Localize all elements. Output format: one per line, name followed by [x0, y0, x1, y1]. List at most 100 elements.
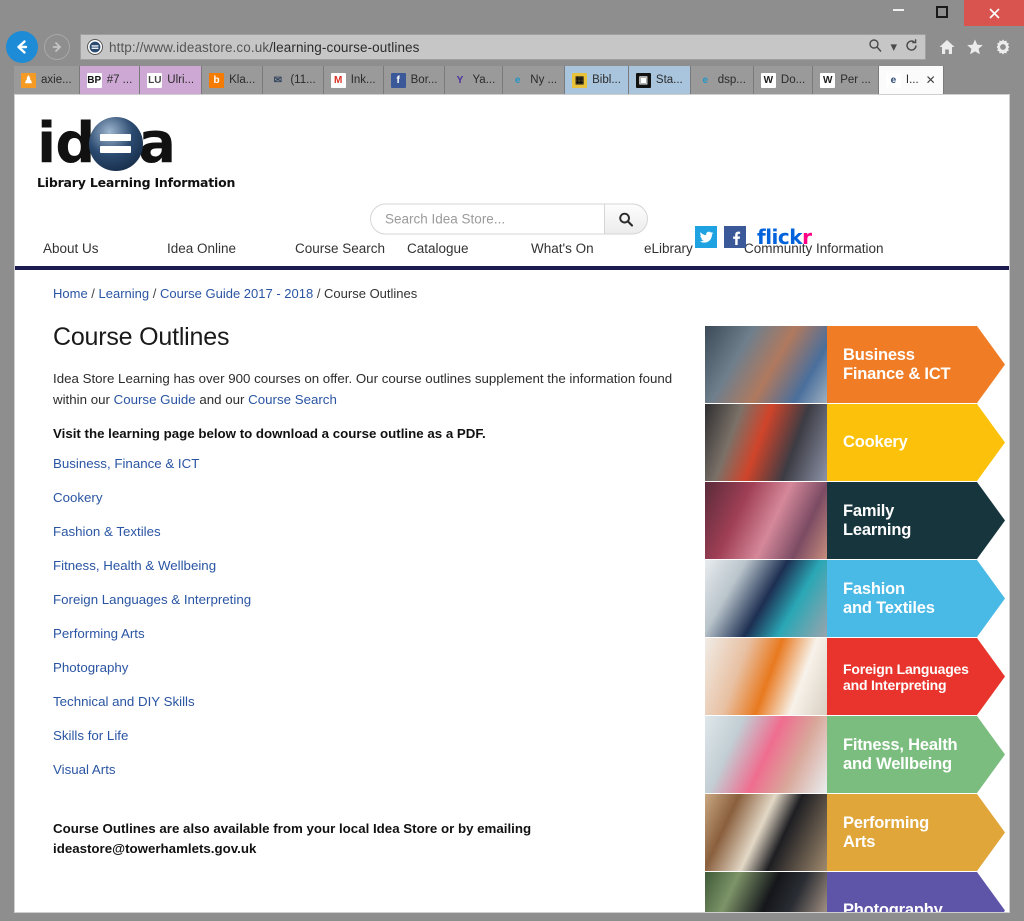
browser-tab[interactable]: ▦ Bibl... [565, 66, 629, 94]
browser-tab[interactable]: LU Ulri... [140, 66, 203, 94]
breadcrumb-separator: / [313, 286, 325, 301]
url-bar[interactable]: http://www.ideastore.co.uk/learning-cour… [80, 34, 926, 60]
course-outline-link[interactable]: Fashion & Textiles [53, 524, 161, 539]
url-path: /learning-course-outlines [269, 39, 420, 55]
breadcrumb-item: Course Outlines [324, 286, 418, 301]
forward-button[interactable] [44, 34, 70, 60]
category-banner-business-finance-ict[interactable]: Business Finance & ICT [705, 326, 1005, 403]
site-header: ida Library Learning Information flickr [15, 95, 1009, 249]
category-banner-foreign-languages[interactable]: Foreign Languages and Interpreting [705, 638, 1005, 715]
tab-strip: ♟ axie... BP #7 ... LU Ulri... b Kla... ✉ (11... M… [0, 66, 1024, 94]
category-banner-fashion-and-textiles[interactable]: Fashion and Textiles [705, 560, 1005, 637]
close-button[interactable] [964, 0, 1024, 26]
browser-tab[interactable]: W Per ... [813, 66, 879, 94]
category-banner-family-learning[interactable]: Family Learning [705, 482, 1005, 559]
course-outline-list-item: Photography [53, 659, 685, 677]
category-banner-photography[interactable]: Photography [705, 872, 1005, 913]
course-outline-link[interactable]: Performing Arts [53, 626, 145, 641]
browser-tab[interactable]: b Kla... [202, 66, 264, 94]
course-outline-list-item: Fitness, Health & Wellbeing [53, 557, 685, 575]
nav-item-catalogue[interactable]: Catalogue [407, 241, 531, 256]
course-outline-link[interactable]: Technical and DIY Skills [53, 694, 195, 709]
page-title: Course Outlines [53, 323, 230, 351]
blogger-icon: b [209, 72, 225, 88]
course-outline-list-item: Technical and DIY Skills [53, 693, 685, 711]
category-banner-performing-arts[interactable]: Performing Arts [705, 794, 1005, 871]
course-outline-link-list: Business, Finance & ICT Cookery Fashion & … [53, 455, 685, 779]
word-icon: W [820, 72, 836, 88]
category-banner-plate: Cookery [827, 404, 1005, 481]
search-in-page-icon[interactable] [868, 38, 883, 56]
facebook-icon[interactable] [724, 226, 746, 248]
browser-tab[interactable]: e dsp... [690, 66, 754, 94]
browser-tab[interactable]: M Ink... [323, 66, 384, 94]
course-outline-list-item: Visual Arts [53, 761, 685, 779]
category-banner-image [705, 716, 827, 793]
breadcrumb: Home / Learning / Course Guide 2017 - 20… [53, 286, 685, 323]
tab-label: Ink... [350, 74, 376, 86]
gmail-icon: M [330, 72, 346, 88]
course-outline-link[interactable]: Cookery [53, 490, 103, 505]
course-outline-list-item: Cookery [53, 489, 685, 507]
category-banner-image [705, 794, 827, 871]
site-logo[interactable]: id a Library Learning Information [15, 95, 345, 191]
gear-icon[interactable] [994, 38, 1012, 56]
course-outline-link[interactable]: Photography [53, 660, 128, 675]
chevron-down-icon[interactable]: ▾ [890, 39, 897, 55]
page-viewport: ida Library Learning Information flickr … [14, 94, 1010, 913]
category-banner-label: Fashion and Textiles [843, 579, 935, 617]
nav-item-about-us[interactable]: About Us [43, 241, 167, 256]
course-outline-link[interactable]: Business, Finance & ICT [53, 456, 199, 471]
breadcrumb-item[interactable]: Home [53, 286, 88, 301]
course-outline-link[interactable]: Fitness, Health & Wellbeing [53, 558, 216, 573]
browser-tab[interactable]: e Ny ... [503, 66, 566, 94]
browser-tab[interactable]: W Do... [753, 66, 814, 94]
category-banner-label: Cookery [843, 433, 908, 451]
browser-tab[interactable]: Y Ya... [445, 66, 504, 94]
nav-item-idea-online[interactable]: Idea Online [167, 241, 295, 256]
browser-tab[interactable]: f Bor... [383, 66, 446, 94]
maximize-button[interactable] [920, 0, 964, 24]
category-banner-column: Business Finance & ICT Cookery Family Lear… [705, 326, 1005, 913]
breadcrumb-separator: / [149, 286, 160, 301]
bp-icon: BP [86, 72, 102, 88]
browser-tab[interactable]: ✉ (11... [263, 66, 324, 94]
back-button[interactable] [6, 31, 38, 63]
course-outline-link[interactable]: Skills for Life [53, 728, 128, 743]
word-icon: W [760, 72, 776, 88]
ie-icon: e [515, 74, 521, 86]
course-outline-link[interactable]: Visual Arts [53, 762, 116, 777]
nav-item-course-search[interactable]: Course Search [295, 241, 407, 256]
intro-paragraph: Idea Store Learning has over 900 courses… [53, 368, 683, 410]
minimize-button[interactable] [876, 0, 920, 24]
search-input[interactable] [370, 203, 604, 235]
twitter-icon[interactable] [695, 226, 717, 248]
footnote: Course Outlines are also available from … [53, 819, 573, 859]
category-banner-plate: Family Learning [827, 482, 1005, 559]
browser-tab[interactable]: BP #7 ... [79, 66, 141, 94]
category-banner-plate: Business Finance & ICT [827, 326, 1005, 403]
tab-label: Bibl... [592, 74, 621, 86]
category-banner-plate: Photography [827, 872, 1005, 913]
tab-close-icon[interactable]: ✕ [926, 73, 936, 87]
category-banner-fitness-health[interactable]: Fitness, Health and Wellbeing [705, 716, 1005, 793]
home-icon[interactable] [938, 38, 956, 56]
search-button[interactable] [604, 203, 648, 235]
star-icon[interactable] [966, 38, 984, 56]
browser-tab[interactable]: e I... ✕ [878, 66, 944, 94]
browser-tab[interactable]: ▣ Sta... [628, 66, 691, 94]
breadcrumb-item[interactable]: Learning [99, 286, 150, 301]
breadcrumb-item[interactable]: Course Guide 2017 - 2018 [160, 286, 313, 301]
refresh-icon[interactable] [904, 38, 919, 56]
url-domain: http://www.ideastore.co.uk [109, 39, 270, 55]
flickr-logo[interactable]: flickr [757, 225, 812, 249]
course-search-link[interactable]: Course Search [248, 392, 337, 407]
category-banner-cookery[interactable]: Cookery [705, 404, 1005, 481]
nav-item-what-s-on[interactable]: What's On [531, 241, 644, 256]
course-outline-link[interactable]: Foreign Languages & Interpreting [53, 592, 251, 607]
browser-tab[interactable]: ♟ axie... [14, 66, 80, 94]
category-banner-plate: Foreign Languages and Interpreting [827, 638, 1005, 715]
logo-wordmark: id a [37, 115, 176, 173]
category-banner-image [705, 638, 827, 715]
course-guide-link[interactable]: Course Guide [114, 392, 196, 407]
